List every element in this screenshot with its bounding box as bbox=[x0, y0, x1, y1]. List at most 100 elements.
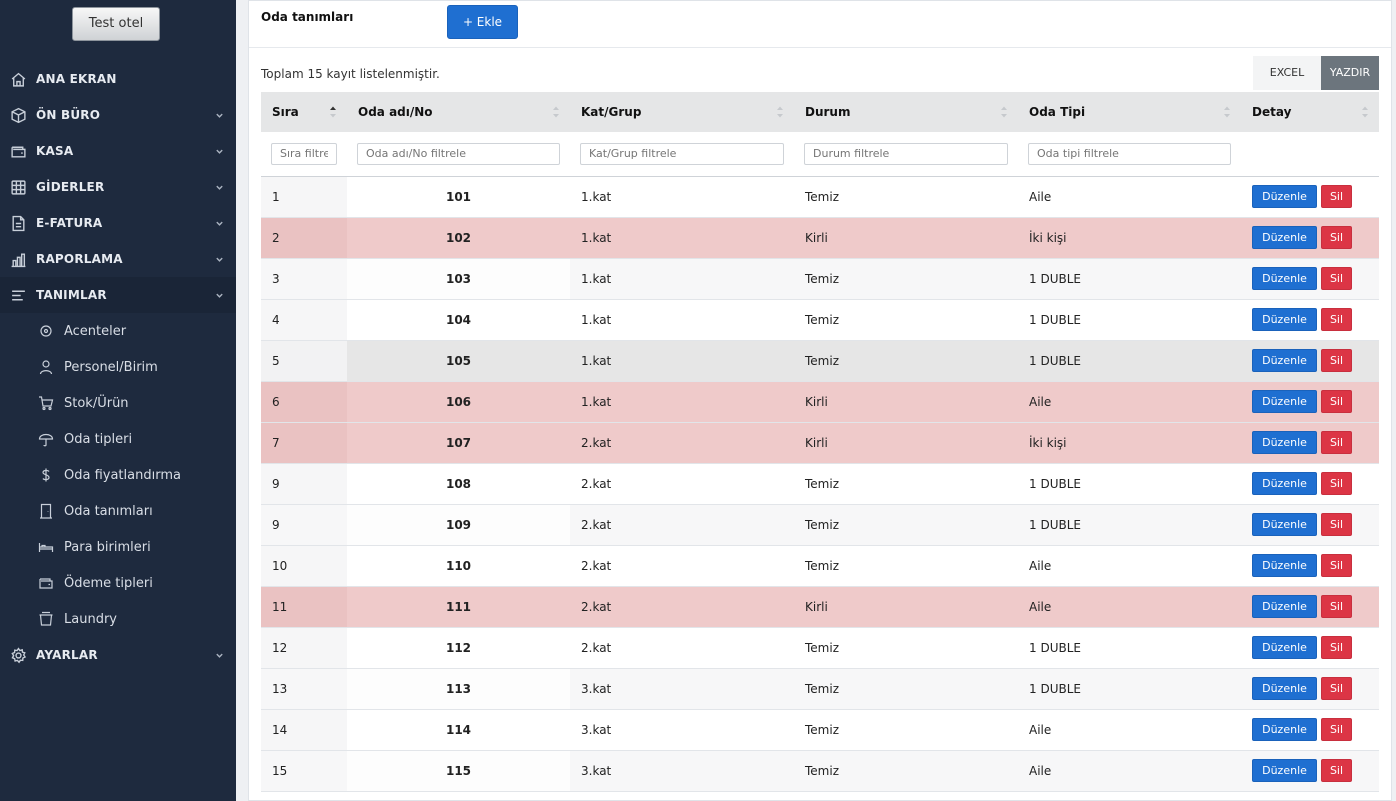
column-header-label: Detay bbox=[1252, 105, 1292, 119]
edit-button[interactable]: Düzenle bbox=[1252, 349, 1317, 372]
cell-floor: 1.kat bbox=[570, 299, 794, 341]
edit-button[interactable]: Düzenle bbox=[1252, 554, 1317, 577]
cell-sira: 14 bbox=[261, 709, 347, 751]
excel-export-button[interactable]: EXCEL bbox=[1253, 56, 1321, 90]
delete-button[interactable]: Sil bbox=[1321, 390, 1352, 413]
oda-tipi-filter-input[interactable] bbox=[1028, 142, 1231, 165]
delete-button[interactable]: Sil bbox=[1321, 513, 1352, 536]
delete-button[interactable]: Sil bbox=[1321, 636, 1352, 659]
cell-actions: Düzenle Sil bbox=[1241, 299, 1379, 341]
sort-icon bbox=[1223, 105, 1231, 119]
table-row: 3 103 1.kat Temiz 1 DUBLE Düzenle Sil bbox=[261, 258, 1379, 300]
delete-button[interactable]: Sil bbox=[1321, 185, 1352, 208]
sub-odeme-tipleri[interactable]: Ödeme tipleri bbox=[0, 565, 236, 601]
sub-label: Stok/Ürün bbox=[64, 395, 129, 411]
sub-acenteler[interactable]: Acenteler bbox=[0, 313, 236, 349]
delete-button[interactable]: Sil bbox=[1321, 349, 1352, 372]
kat-grup-filter-input[interactable] bbox=[580, 142, 784, 165]
hotel-select-button[interactable]: Test otel bbox=[72, 7, 160, 41]
cell-status: Kirli bbox=[794, 381, 1018, 423]
cell-room: 110 bbox=[347, 545, 570, 587]
cart-icon bbox=[37, 394, 55, 412]
sub-personel-birim[interactable]: Personel/Birim bbox=[0, 349, 236, 385]
edit-button[interactable]: Düzenle bbox=[1252, 267, 1317, 290]
bed-icon bbox=[37, 538, 55, 556]
print-button[interactable]: YAZDIR bbox=[1321, 56, 1379, 90]
cell-status: Temiz bbox=[794, 258, 1018, 300]
add-button[interactable]: + Ekle bbox=[447, 5, 518, 39]
delete-button[interactable]: Sil bbox=[1321, 718, 1352, 741]
nav-tanimlar[interactable]: TANIMLAR bbox=[0, 277, 236, 313]
nav-on-buro[interactable]: ÖN BÜRO bbox=[0, 97, 236, 133]
table-row: 15 115 3.kat Temiz Aile Düzenle Sil bbox=[261, 750, 1379, 792]
delete-button[interactable]: Sil bbox=[1321, 595, 1352, 618]
cell-floor: 1.kat bbox=[570, 176, 794, 218]
edit-button[interactable]: Düzenle bbox=[1252, 636, 1317, 659]
nav-giderler[interactable]: GİDERLER bbox=[0, 169, 236, 205]
table-row: 2 102 1.kat Kirli İki kişi Düzenle Sil bbox=[261, 217, 1379, 259]
edit-button[interactable]: Düzenle bbox=[1252, 226, 1317, 249]
sira-filter-input[interactable] bbox=[271, 142, 337, 165]
column-header-durum[interactable]: Durum bbox=[794, 92, 1018, 132]
sub-stok-urun[interactable]: Stok/Ürün bbox=[0, 385, 236, 421]
column-header-sira[interactable]: Sıra bbox=[261, 92, 347, 132]
nav-ana-ekran[interactable]: ANA EKRAN bbox=[0, 61, 236, 97]
cell-floor: 2.kat bbox=[570, 463, 794, 505]
nav-ayarlar[interactable]: AYARLAR bbox=[0, 637, 236, 673]
cell-sira: 10 bbox=[261, 545, 347, 587]
dollar-icon bbox=[37, 466, 55, 484]
edit-button[interactable]: Düzenle bbox=[1252, 431, 1317, 454]
sub-oda-tipleri[interactable]: Oda tipleri bbox=[0, 421, 236, 457]
cell-sira: 2 bbox=[261, 217, 347, 259]
sub-label: Ödeme tipleri bbox=[64, 575, 153, 591]
edit-button[interactable]: Düzenle bbox=[1252, 513, 1317, 536]
edit-button[interactable]: Düzenle bbox=[1252, 677, 1317, 700]
sub-oda-tanimlari[interactable]: Oda tanımları bbox=[0, 493, 236, 529]
sub-label: Oda tipleri bbox=[64, 431, 133, 447]
edit-button[interactable]: Düzenle bbox=[1252, 390, 1317, 413]
column-header-label: Kat/Grup bbox=[581, 105, 642, 119]
user-icon bbox=[37, 358, 55, 376]
chevron-down-icon bbox=[213, 181, 225, 193]
delete-button[interactable]: Sil bbox=[1321, 677, 1352, 700]
cell-room-type: 1 DUBLE bbox=[1018, 299, 1241, 341]
wallet-icon bbox=[9, 142, 27, 160]
cell-status: Kirli bbox=[794, 422, 1018, 464]
column-header-oda-adi[interactable]: Oda adı/No bbox=[347, 92, 570, 132]
cell-status: Temiz bbox=[794, 299, 1018, 341]
delete-button[interactable]: Sil bbox=[1321, 554, 1352, 577]
edit-button[interactable]: Düzenle bbox=[1252, 185, 1317, 208]
nav-raporlama[interactable]: RAPORLAMA bbox=[0, 241, 236, 277]
edit-button[interactable]: Düzenle bbox=[1252, 472, 1317, 495]
cell-actions: Düzenle Sil bbox=[1241, 217, 1379, 259]
delete-button[interactable]: Sil bbox=[1321, 267, 1352, 290]
sub-para-birimleri[interactable]: Para birimleri bbox=[0, 529, 236, 565]
column-header-oda-tipi[interactable]: Oda Tipi bbox=[1018, 92, 1241, 132]
durum-filter-input[interactable] bbox=[804, 142, 1008, 165]
delete-button[interactable]: Sil bbox=[1321, 759, 1352, 782]
oda-adi-filter-input[interactable] bbox=[357, 142, 560, 165]
cell-floor: 3.kat bbox=[570, 750, 794, 792]
edit-button[interactable]: Düzenle bbox=[1252, 595, 1317, 618]
table-row: 11 111 2.kat Kirli Aile Düzenle Sil bbox=[261, 586, 1379, 628]
delete-button[interactable]: Sil bbox=[1321, 472, 1352, 495]
cell-actions: Düzenle Sil bbox=[1241, 381, 1379, 423]
wallet-icon bbox=[37, 574, 55, 592]
sub-oda-fiyatlandirma[interactable]: Oda fiyatlandırma bbox=[0, 457, 236, 493]
column-header-kat-grup[interactable]: Kat/Grup bbox=[570, 92, 794, 132]
nav-kasa[interactable]: KASA bbox=[0, 133, 236, 169]
nav-e-fatura[interactable]: E-FATURA bbox=[0, 205, 236, 241]
cell-sira: 3 bbox=[261, 258, 347, 300]
edit-button[interactable]: Düzenle bbox=[1252, 718, 1317, 741]
sub-laundry[interactable]: Laundry bbox=[0, 601, 236, 637]
delete-button[interactable]: Sil bbox=[1321, 226, 1352, 249]
edit-button[interactable]: Düzenle bbox=[1252, 308, 1317, 331]
delete-button[interactable]: Sil bbox=[1321, 308, 1352, 331]
chevron-down-icon bbox=[213, 109, 225, 121]
edit-button[interactable]: Düzenle bbox=[1252, 759, 1317, 782]
delete-button[interactable]: Sil bbox=[1321, 431, 1352, 454]
cell-floor: 1.kat bbox=[570, 217, 794, 259]
nav-label: ÖN BÜRO bbox=[36, 108, 101, 122]
column-header-detay[interactable]: Detay bbox=[1241, 92, 1379, 132]
cell-sira: 13 bbox=[261, 668, 347, 710]
